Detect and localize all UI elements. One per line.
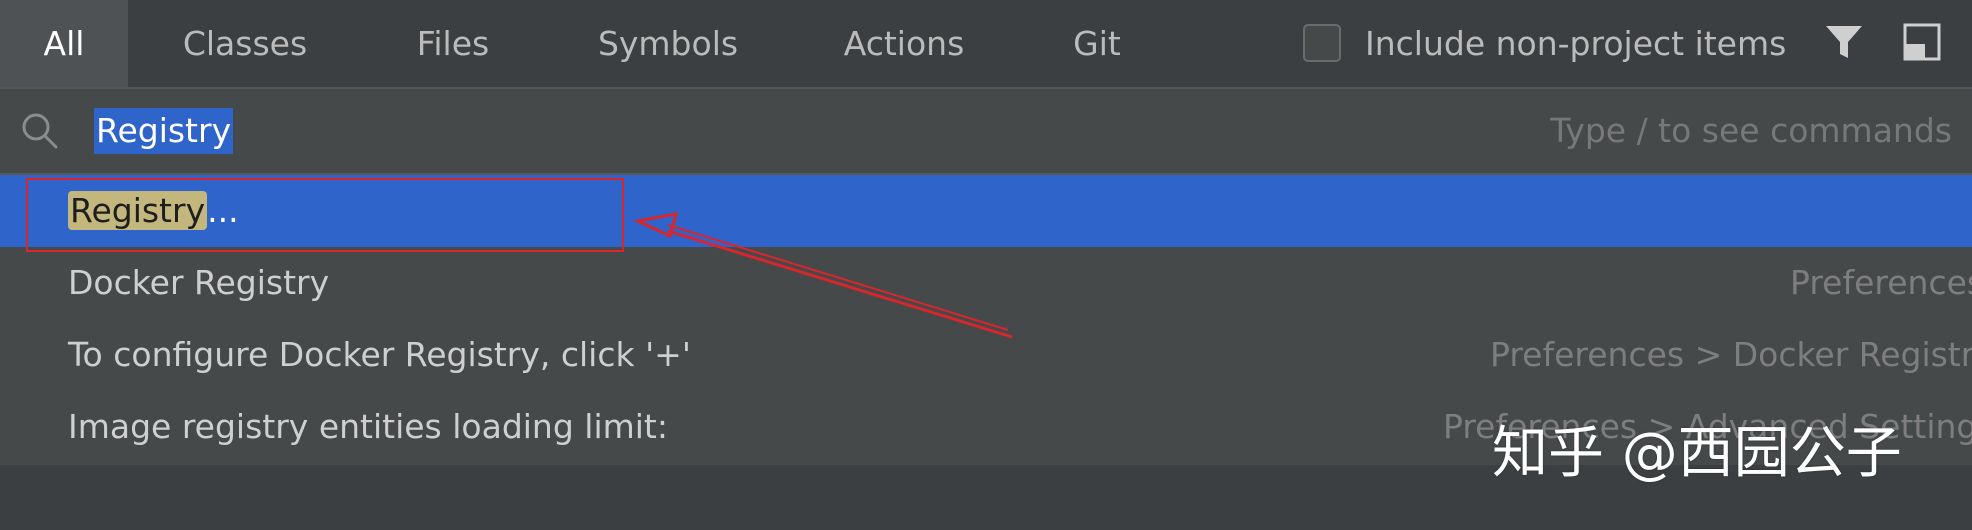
tab-classes[interactable]: Classes <box>160 0 330 87</box>
tab-files[interactable]: Files <box>398 0 508 87</box>
include-non-project-checkbox[interactable]: Include non-project items <box>1303 18 1786 68</box>
preview-panel-icon[interactable] <box>1900 20 1944 64</box>
result-location: Preferences <box>1790 263 1972 302</box>
search-input[interactable]: Registry <box>94 108 234 154</box>
search-bar: Registry Type / to see commands <box>0 89 1972 175</box>
result-label: Docker Registry <box>68 263 330 302</box>
tab-symbols[interactable]: Symbols <box>578 0 758 87</box>
tab-actions[interactable]: Actions <box>828 0 980 87</box>
search-everywhere-tabbar: All Classes Files Symbols Actions Git In… <box>0 0 1972 89</box>
result-row-configure-docker[interactable]: To configure Docker Registry, click '+' … <box>0 319 1972 391</box>
annotation-highlight-box <box>26 178 624 252</box>
result-row-docker-registry[interactable]: Docker Registry Preferences <box>0 247 1972 319</box>
result-location: Preferences > Docker Registry <box>1490 335 1972 374</box>
tab-git[interactable]: Git <box>1060 0 1134 87</box>
result-label: Image registry entities loading limit: <box>68 407 668 446</box>
include-non-project-label: Include non-project items <box>1365 23 1787 63</box>
watermark: 知乎 @西园公子 <box>1492 421 1902 486</box>
result-label: To configure Docker Registry, click '+' <box>68 335 691 374</box>
filter-icon[interactable] <box>1822 20 1866 64</box>
tab-all[interactable]: All <box>0 0 128 87</box>
search-hint: Type / to see commands <box>1550 111 1952 150</box>
search-icon <box>22 113 58 149</box>
checkbox-box[interactable] <box>1303 24 1341 62</box>
